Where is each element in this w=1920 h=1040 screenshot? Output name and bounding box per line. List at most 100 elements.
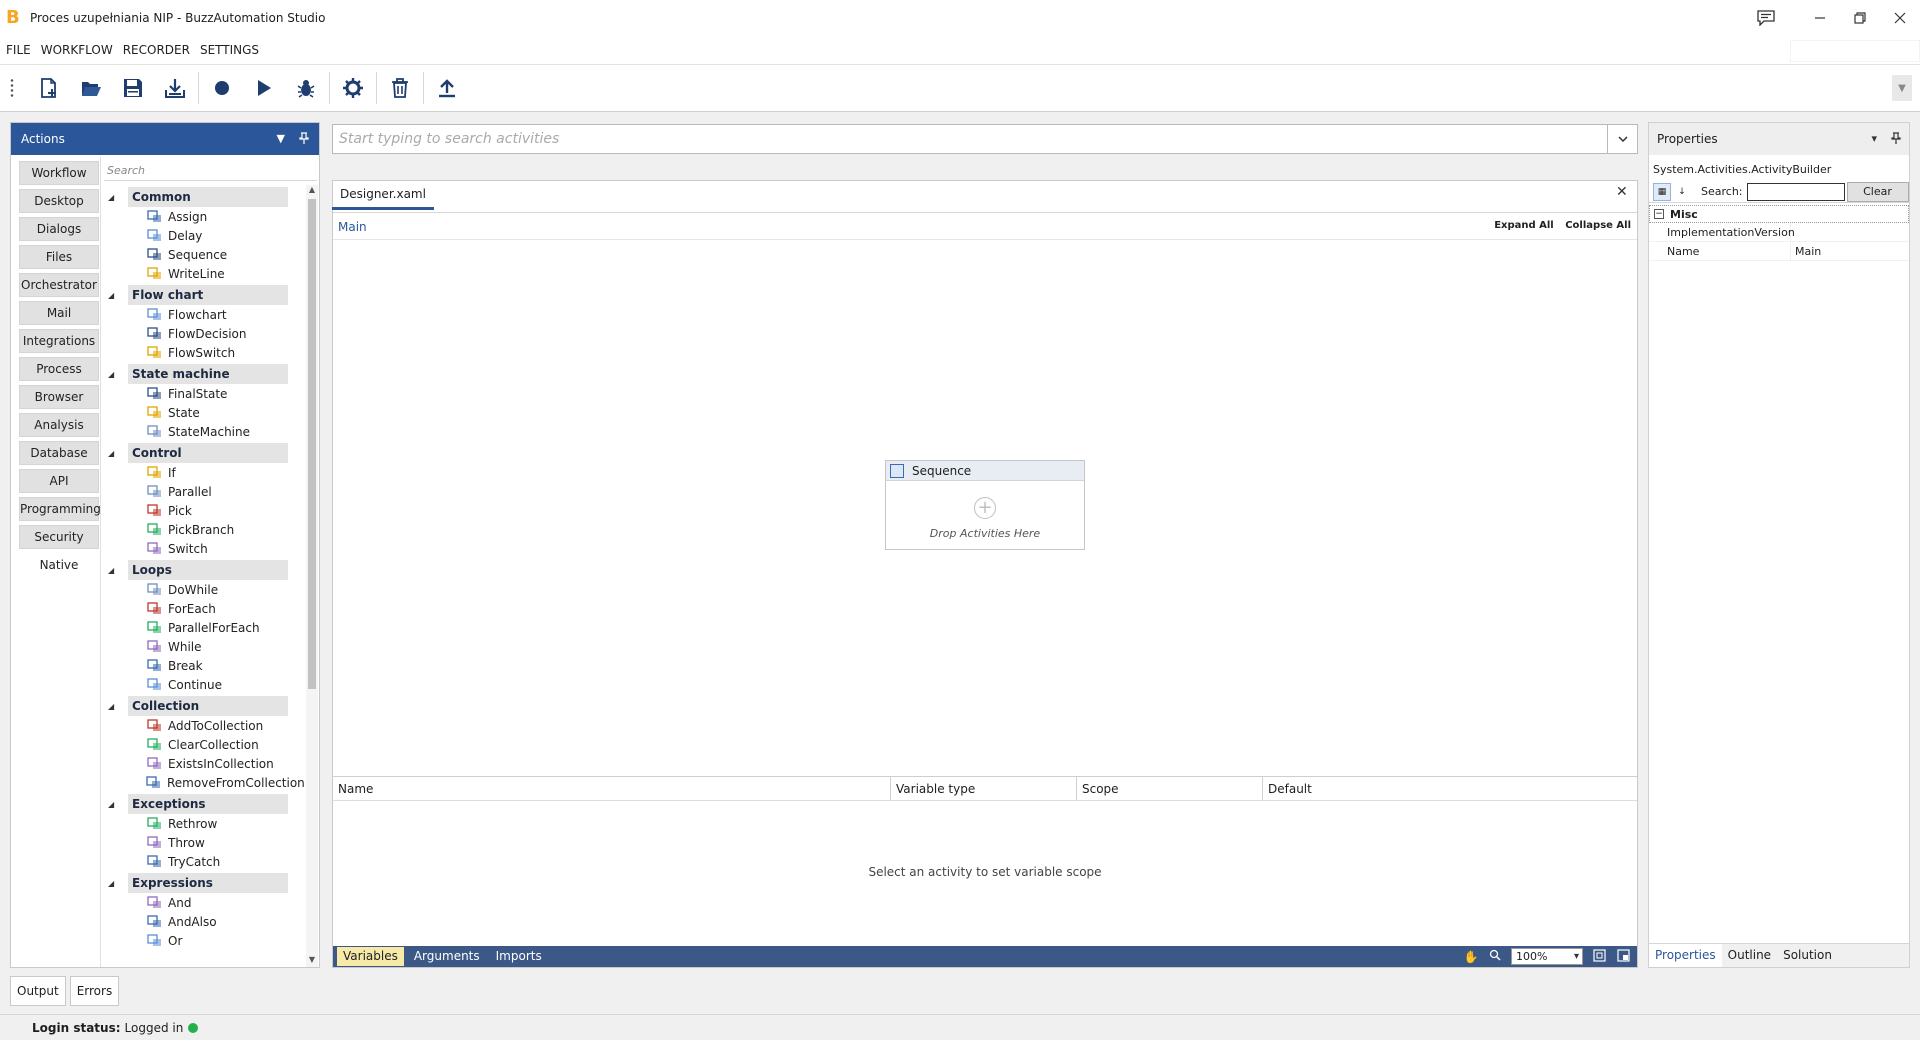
- tree-item[interactable]: DoWhile: [102, 580, 302, 599]
- tree-item[interactable]: Switch: [102, 539, 302, 558]
- play-icon[interactable]: [243, 70, 285, 106]
- tree-item[interactable]: Pick: [102, 501, 302, 520]
- tab-imports[interactable]: Imports: [490, 947, 548, 966]
- settings-gear-icon[interactable]: [332, 70, 374, 106]
- column-name[interactable]: Name: [333, 777, 891, 800]
- category-api[interactable]: API: [19, 469, 99, 493]
- minimize-icon[interactable]: [1800, 0, 1840, 36]
- tree-item[interactable]: AddToCollection: [102, 716, 302, 735]
- tab-output[interactable]: Output: [10, 976, 66, 1006]
- trash-icon[interactable]: [379, 70, 421, 106]
- category-analysis[interactable]: Analysis: [19, 413, 99, 437]
- tree-item[interactable]: FinalState: [102, 384, 302, 403]
- tree-item[interactable]: ForEach: [102, 599, 302, 618]
- restore-icon[interactable]: [1840, 0, 1880, 36]
- properties-search-input[interactable]: [1746, 182, 1845, 201]
- tree-item[interactable]: TryCatch: [102, 852, 302, 871]
- category-mail[interactable]: Mail: [19, 301, 99, 325]
- tree-item[interactable]: Break: [102, 656, 302, 675]
- property-value[interactable]: [1791, 223, 1795, 241]
- zoom-icon[interactable]: [1487, 949, 1503, 964]
- category-native[interactable]: Native: [19, 553, 99, 577]
- clear-button[interactable]: Clear: [1846, 181, 1909, 202]
- tree-item[interactable]: Continue: [102, 675, 302, 694]
- save-icon[interactable]: [112, 70, 154, 106]
- tab-solution[interactable]: Solution: [1777, 944, 1838, 967]
- tree-item[interactable]: Parallel: [102, 482, 302, 501]
- pin-icon[interactable]: [299, 131, 309, 147]
- expand-arrow-icon[interactable]: ◢: [108, 702, 128, 711]
- category-workflow[interactable]: Workflow: [19, 161, 99, 185]
- tree-item[interactable]: ParallelForEach: [102, 618, 302, 637]
- tab-properties[interactable]: Properties: [1649, 944, 1722, 967]
- tab-outline[interactable]: Outline: [1722, 944, 1777, 967]
- category-security[interactable]: Security: [19, 525, 99, 549]
- tree-group-header[interactable]: ◢ Exceptions: [108, 794, 302, 814]
- column-scope[interactable]: Scope: [1077, 777, 1263, 800]
- tree-item[interactable]: State: [102, 403, 302, 422]
- property-row[interactable]: ImplementationVersion: [1649, 223, 1909, 242]
- toolbar-grip-icon[interactable]: [10, 78, 14, 98]
- alphabetical-sort-icon[interactable]: ↓: [1673, 183, 1691, 201]
- overview-map-icon[interactable]: [1615, 948, 1631, 965]
- tree-group-header[interactable]: ◢ Flow chart: [108, 285, 302, 305]
- collapse-all-button[interactable]: Collapse All: [1565, 220, 1631, 231]
- menu-file[interactable]: FILE: [6, 43, 31, 57]
- menu-quick-box[interactable]: [1790, 40, 1920, 62]
- tab-arguments[interactable]: Arguments: [408, 947, 486, 966]
- expand-arrow-icon[interactable]: ◢: [108, 879, 128, 888]
- toolbar-overflow-icon[interactable]: ▼: [1892, 75, 1912, 101]
- activity-tree-search-input[interactable]: Search: [104, 161, 317, 181]
- expand-arrow-icon[interactable]: ◢: [108, 193, 128, 202]
- tree-item[interactable]: AndAlso: [102, 912, 302, 931]
- tree-item[interactable]: Sequence: [102, 245, 302, 264]
- tab-errors[interactable]: Errors: [69, 976, 120, 1006]
- expand-arrow-icon[interactable]: ◢: [108, 800, 128, 809]
- hand-pan-icon[interactable]: ✋: [1463, 950, 1479, 964]
- tree-item[interactable]: StateMachine: [102, 422, 302, 441]
- tree-item[interactable]: Or: [102, 931, 302, 950]
- chevron-down-icon[interactable]: [1607, 125, 1637, 153]
- category-process[interactable]: Process: [19, 357, 99, 381]
- open-folder-icon[interactable]: [70, 70, 112, 106]
- record-icon[interactable]: [201, 70, 243, 106]
- tree-item[interactable]: If: [102, 463, 302, 482]
- tree-item[interactable]: Flowchart: [102, 305, 302, 324]
- expand-arrow-icon[interactable]: ◢: [108, 370, 128, 379]
- tab-designer-xaml[interactable]: Designer.xaml: [332, 182, 434, 210]
- add-activity-icon[interactable]: +: [974, 497, 996, 519]
- tree-item[interactable]: ExistsInCollection: [102, 754, 302, 773]
- column-default[interactable]: Default: [1263, 777, 1637, 800]
- category-desktop[interactable]: Desktop: [19, 189, 99, 213]
- tree-group-header[interactable]: ◢ Expressions: [108, 873, 302, 893]
- tree-group-header[interactable]: ◢ Control: [108, 443, 302, 463]
- category-integrations[interactable]: Integrations: [19, 329, 99, 353]
- sequence-activity[interactable]: Sequence + Drop Activities Here: [885, 460, 1085, 550]
- scroll-up-icon[interactable]: ▲: [306, 185, 318, 197]
- tab-variables[interactable]: Variables: [337, 947, 404, 966]
- property-value[interactable]: Main: [1791, 242, 1821, 260]
- properties-category-misc[interactable]: − Misc: [1649, 205, 1909, 223]
- category-dialogs[interactable]: Dialogs: [19, 217, 99, 241]
- tree-group-header[interactable]: ◢ Common: [108, 187, 302, 207]
- tree-group-header[interactable]: ◢ State machine: [108, 364, 302, 384]
- menu-settings[interactable]: SETTINGS: [200, 43, 259, 57]
- tree-item[interactable]: RemoveFromCollection: [102, 773, 305, 792]
- category-programming[interactable]: Programming: [19, 497, 101, 521]
- tree-item[interactable]: PickBranch: [102, 520, 302, 539]
- tree-item[interactable]: While: [102, 637, 302, 656]
- download-icon[interactable]: [154, 70, 196, 106]
- panel-dropdown-icon[interactable]: ▾: [1871, 132, 1877, 147]
- breadcrumb[interactable]: Main: [338, 220, 367, 234]
- tree-item[interactable]: WriteLine: [102, 264, 302, 283]
- collapse-icon[interactable]: −: [1654, 209, 1664, 219]
- menu-recorder[interactable]: RECORDER: [123, 43, 190, 57]
- panel-dropdown-icon[interactable]: ▼: [277, 132, 285, 147]
- activity-tree-scrollbar[interactable]: ▲ ▼: [306, 185, 318, 967]
- tree-item[interactable]: Rethrow: [102, 814, 302, 833]
- expand-arrow-icon[interactable]: ◢: [108, 291, 128, 300]
- pin-icon[interactable]: [1891, 131, 1901, 147]
- close-tab-icon[interactable]: ✕: [1616, 184, 1628, 200]
- expand-arrow-icon[interactable]: ◢: [108, 449, 128, 458]
- column-variable-type[interactable]: Variable type: [891, 777, 1077, 800]
